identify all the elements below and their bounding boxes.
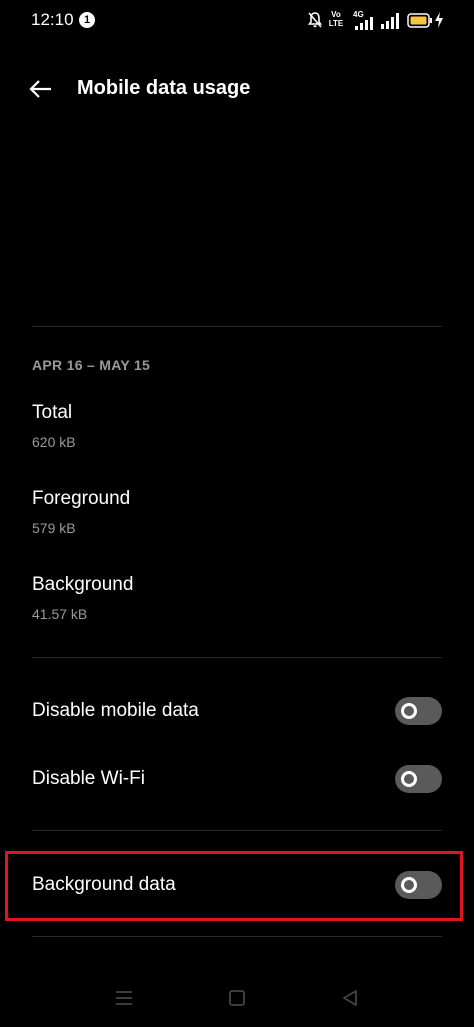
usage-period: APR 16 – MAY 15 — [32, 357, 151, 373]
background-data-label: Background data — [32, 874, 176, 895]
menu-icon[interactable] — [111, 985, 137, 1011]
disable-mobile-data-toggle[interactable] — [395, 697, 442, 725]
charging-icon — [435, 12, 443, 28]
toggle-knob — [401, 877, 417, 893]
divider — [32, 830, 442, 831]
disable-mobile-data-label: Disable mobile data — [32, 700, 199, 721]
volte-indicator: Vo LTE — [328, 10, 344, 28]
toggle-knob — [401, 771, 417, 787]
toggle-knob — [401, 703, 417, 719]
disable-wifi-toggle[interactable] — [395, 765, 442, 793]
signal-icon — [355, 17, 373, 30]
divider — [32, 657, 442, 658]
divider — [32, 326, 442, 327]
status-time: 12:10 — [31, 10, 74, 29]
mute-bell-icon — [307, 12, 323, 28]
usage-background-value: 41.57 kB — [32, 606, 88, 622]
background-data-toggle[interactable] — [395, 871, 442, 899]
signal-icon-2 — [381, 13, 399, 29]
usage-foreground-value: 579 kB — [32, 520, 76, 536]
divider — [32, 936, 442, 937]
usage-total-value: 620 kB — [32, 434, 76, 450]
notification-badge: 1 — [79, 12, 95, 28]
battery-icon — [407, 13, 432, 28]
usage-total-label: Total — [32, 402, 73, 423]
home-square-icon[interactable] — [224, 985, 250, 1011]
usage-background-label: Background — [32, 574, 134, 595]
usage-foreground-label: Foreground — [32, 488, 131, 509]
page-title: Mobile data usage — [77, 77, 251, 99]
disable-wifi-label: Disable Wi-Fi — [32, 768, 145, 789]
back-arrow-icon[interactable] — [28, 76, 54, 102]
back-triangle-icon[interactable] — [337, 985, 363, 1011]
